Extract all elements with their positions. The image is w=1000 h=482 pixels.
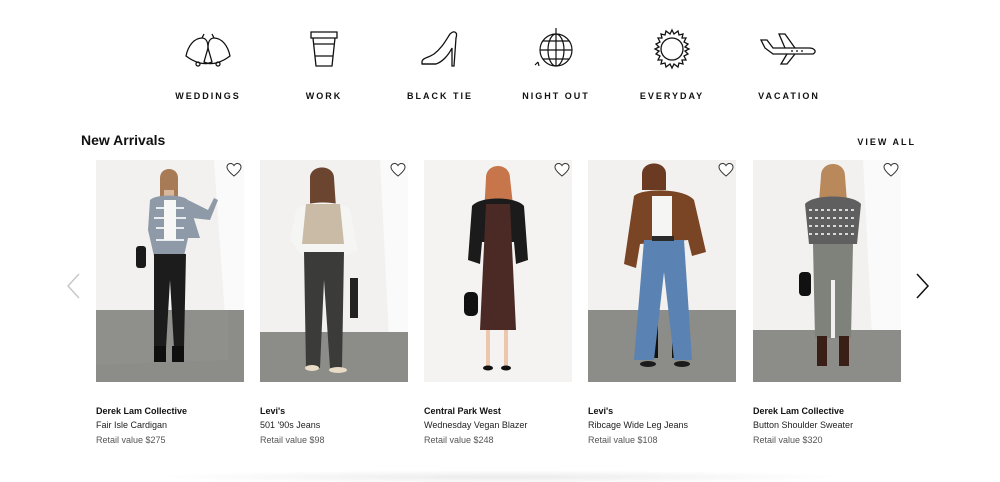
product-card[interactable]: Levi's Ribcage Wide Leg Jeans Retail val… <box>588 160 736 445</box>
chevron-left-icon[interactable] <box>64 272 82 300</box>
product-photo <box>260 160 408 382</box>
product-image[interactable] <box>260 160 408 382</box>
coffee-cup-icon <box>310 31 338 67</box>
product-card[interactable]: Derek Lam Collective Button Shoulder Swe… <box>753 160 901 445</box>
occasion-label: NIGHT OUT <box>522 91 590 101</box>
occasion-black-tie[interactable]: BLACK TIE <box>375 26 505 101</box>
product-name[interactable]: Button Shoulder Sweater <box>753 420 901 430</box>
product-photo <box>753 160 901 382</box>
occasion-night-out[interactable]: NIGHT OUT <box>491 26 621 101</box>
high-heel-icon <box>421 31 458 67</box>
occasion-weddings[interactable]: WEDDINGS <box>143 26 273 101</box>
occasion-nav: WEDDINGS WORK BLACK TIE NIGHT OUT EVERYD… <box>0 26 1000 106</box>
heart-icon[interactable] <box>554 162 570 178</box>
product-name[interactable]: 501 '90s Jeans <box>260 420 408 430</box>
product-image[interactable] <box>588 160 736 382</box>
product-price: Retail value $248 <box>424 435 494 445</box>
occasion-label: EVERYDAY <box>639 91 705 101</box>
product-image[interactable] <box>424 160 572 382</box>
occasion-label: VACATION <box>758 91 820 101</box>
heart-icon[interactable] <box>718 162 734 178</box>
product-photo <box>588 160 736 382</box>
occasion-vacation[interactable]: VACATION <box>724 26 854 101</box>
product-card[interactable]: Levi's 501 '90s Jeans Retail value $98 <box>260 160 408 445</box>
product-card[interactable]: Derek Lam Collective Fair Isle Cardigan … <box>96 160 244 445</box>
product-name[interactable]: Ribcage Wide Leg Jeans <box>588 420 736 430</box>
product-price: Retail value $275 <box>96 435 166 445</box>
occasion-everyday[interactable]: EVERYDAY <box>607 26 737 101</box>
disco-ball-icon <box>534 28 573 67</box>
product-name[interactable]: Fair Isle Cardigan <box>96 420 244 430</box>
product-image[interactable] <box>753 160 901 382</box>
airplane-icon <box>759 33 816 65</box>
footer-shadow <box>150 470 850 482</box>
chevron-right-icon[interactable] <box>914 272 932 300</box>
occasion-label: WORK <box>305 91 343 101</box>
product-price: Retail value $98 <box>260 435 325 445</box>
product-name[interactable]: Wednesday Vegan Blazer <box>424 420 572 430</box>
product-image[interactable] <box>96 160 244 382</box>
product-brand: Central Park West <box>424 406 501 416</box>
sun-icon <box>653 28 691 70</box>
occasion-work[interactable]: WORK <box>259 26 389 101</box>
product-photo <box>96 160 244 382</box>
occasion-label: BLACK TIE <box>407 91 473 101</box>
product-price: Retail value $320 <box>753 435 823 445</box>
product-brand: Derek Lam Collective <box>753 406 845 416</box>
product-brand: Levi's <box>588 406 614 416</box>
product-brand: Levi's <box>260 406 286 416</box>
product-brand: Derek Lam Collective <box>96 406 188 416</box>
heart-icon[interactable] <box>390 162 406 178</box>
section-title: New Arrivals <box>81 132 166 148</box>
heart-icon[interactable] <box>883 162 899 178</box>
wedding-bells-icon <box>185 33 231 67</box>
product-card[interactable]: Central Park West Wednesday Vegan Blazer… <box>424 160 572 445</box>
occasion-label: WEDDINGS <box>175 91 241 101</box>
product-photo <box>424 160 572 382</box>
view-all-link[interactable]: VIEW ALL <box>857 137 916 147</box>
product-price: Retail value $108 <box>588 435 658 445</box>
heart-icon[interactable] <box>226 162 242 178</box>
